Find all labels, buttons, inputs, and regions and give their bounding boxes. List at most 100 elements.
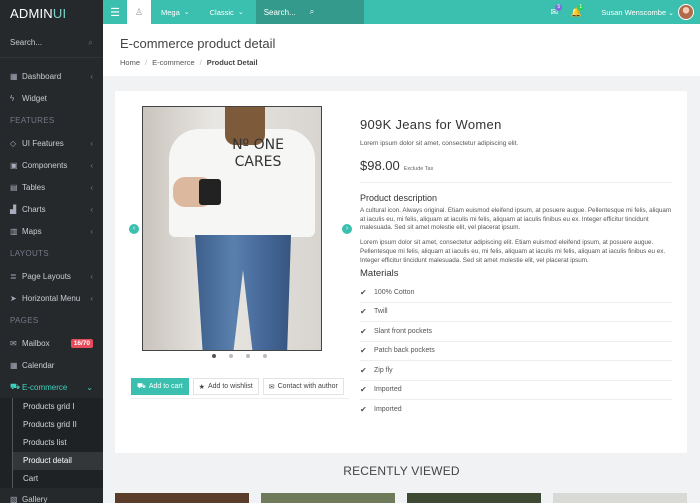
- sidebar-item-tables[interactable]: ▤ Tables ‹: [0, 176, 103, 198]
- breadcrumb-ecommerce[interactable]: E-commerce: [152, 58, 195, 67]
- slider-prev-arrow-icon[interactable]: ‹: [129, 224, 139, 234]
- recent-thumb[interactable]: [407, 493, 541, 503]
- avatar[interactable]: [678, 4, 694, 20]
- classic-menu-label: Classic: [209, 7, 234, 17]
- add-to-wishlist-label: Add to wishlist: [207, 383, 253, 390]
- ecommerce-submenu: Products grid I Products grid II Product…: [0, 398, 103, 488]
- hamburger-menu-icon[interactable]: ☰: [103, 0, 127, 24]
- chart-icon: ▟: [10, 204, 17, 214]
- breadcrumb-separator: /: [199, 58, 202, 67]
- sidebar-subitem-products-list[interactable]: Products list: [12, 434, 103, 452]
- mailbox-count-badge: 16/70: [70, 338, 93, 348]
- search-icon[interactable]: ⌕: [310, 7, 356, 17]
- sidebar-item-label: E-commerce: [22, 382, 68, 392]
- table-icon: ▤: [10, 182, 18, 192]
- mail-notification-icon[interactable]: ✉ 5: [543, 3, 565, 18]
- check-icon: ✔: [360, 287, 367, 297]
- mail-count-badge: 5: [555, 3, 563, 11]
- bolt-icon: ϟ: [10, 93, 15, 103]
- brand-logo[interactable]: ADMINUI: [0, 0, 103, 28]
- list-item: ✔ Twill: [360, 303, 672, 323]
- layers-icon: ≣: [10, 271, 17, 281]
- sidebar-item-mailbox[interactable]: ✉ Mailbox 16/70: [0, 332, 103, 354]
- brand-name-light: UI: [52, 6, 67, 21]
- product-image-slider[interactable]: Nº ONE CARES: [142, 106, 322, 351]
- sidebar-item-horizontal-menu[interactable]: ➤ Horizontal Menu ‹: [0, 287, 103, 309]
- map-icon: ▥: [10, 226, 18, 236]
- sidebar-item-maps[interactable]: ▥ Maps ‹: [0, 220, 103, 242]
- envelope-icon: ✉: [268, 383, 275, 391]
- material-label: Patch back pockets: [374, 347, 435, 355]
- check-icon: ✔: [360, 385, 367, 395]
- classic-menu-dropdown[interactable]: Classic ⌄: [200, 0, 254, 24]
- user-icon[interactable]: ♙: [127, 0, 151, 24]
- sidebar-item-ui-features[interactable]: ◇ UI Features ‹: [0, 132, 103, 154]
- slider-dot[interactable]: [246, 354, 250, 358]
- slider-dot[interactable]: [229, 354, 233, 358]
- sidebar-search[interactable]: Search... ⌕: [0, 28, 103, 58]
- sidebar-subitem-products-grid-2[interactable]: Products grid II: [12, 416, 103, 434]
- sidebar-item-label: Page Layouts: [22, 271, 71, 281]
- list-item: ✔ 100% Cotton: [360, 283, 672, 303]
- chevron-left-icon: ‹: [90, 204, 93, 214]
- product-name: 909K Jeans for Women: [360, 117, 502, 132]
- divider: [360, 182, 672, 183]
- mail-icon: ✉: [10, 338, 17, 348]
- star-icon: ★: [198, 383, 205, 391]
- sidebar-item-calendar[interactable]: ▦ Calendar: [0, 354, 103, 376]
- recent-thumb[interactable]: [261, 493, 395, 503]
- add-to-cart-button[interactable]: ⛟ Add to cart: [131, 378, 189, 395]
- nav-heading-features: FEATURES: [10, 116, 55, 125]
- sidebar-search-input[interactable]: Search...: [10, 38, 88, 47]
- list-item: ✔ Slant front pockets: [360, 322, 672, 342]
- sidebar-item-widget[interactable]: ϟ Widget: [0, 87, 103, 109]
- list-item: ✔ Imported: [360, 381, 672, 401]
- sidebar-item-gallery[interactable]: ▧ Gallery: [0, 488, 103, 503]
- sidebar-item-label: Widget: [22, 93, 47, 103]
- sidebar-subitem-products-grid-1[interactable]: Products grid I: [12, 398, 103, 416]
- slider-dot[interactable]: [212, 354, 216, 358]
- add-to-wishlist-button[interactable]: ★ Add to wishlist: [192, 378, 259, 395]
- tax-note: Exclude Tax: [403, 166, 434, 172]
- mega-menu-dropdown[interactable]: Mega ⌄: [151, 0, 200, 24]
- sidebar-subitem-product-detail[interactable]: Product detail: [12, 452, 103, 470]
- mega-menu-label: Mega: [161, 7, 180, 17]
- slider-dot[interactable]: [263, 354, 267, 358]
- chevron-left-icon: ‹: [90, 293, 93, 303]
- product-actions: ⛟ Add to cart ★ Add to wishlist ✉ Contact w…: [131, 378, 348, 395]
- recent-thumb[interactable]: [553, 493, 687, 503]
- sidebar-item-ecommerce[interactable]: ⛟ E-commerce ⌄: [0, 376, 103, 398]
- breadcrumb-home[interactable]: Home: [120, 58, 140, 67]
- sidebar-item-charts[interactable]: ▟ Charts ‹: [0, 198, 103, 220]
- topbar-search[interactable]: Search... ⌕: [255, 0, 364, 24]
- description-heading: Product description: [360, 193, 438, 203]
- contact-author-button[interactable]: ✉ Contact with author: [262, 378, 344, 395]
- cube-icon: ▣: [10, 160, 18, 170]
- nav-heading-layouts: LAYOUTS: [10, 249, 49, 258]
- page-title: E-commerce product detail: [120, 36, 276, 51]
- calendar-icon: ▦: [10, 360, 18, 370]
- cart-icon: ⛟: [10, 382, 21, 391]
- add-to-cart-label: Add to cart: [148, 383, 183, 390]
- sidebar-item-components[interactable]: ▣ Components ‹: [0, 154, 103, 176]
- sidebar-subitem-cart[interactable]: Cart: [12, 470, 103, 488]
- material-label: Imported: [374, 386, 402, 394]
- slider-dots: [212, 354, 267, 358]
- page-header: E-commerce product detail Home / E-comme…: [103, 24, 700, 76]
- slider-next-arrow-icon[interactable]: ›: [342, 224, 352, 234]
- check-icon: ✔: [360, 405, 367, 415]
- sidebar: ADMINUI Search... ⌕ ▦ Dashboard ‹ ϟ Widg…: [0, 0, 103, 503]
- search-icon[interactable]: ⌕: [88, 37, 93, 48]
- cart-icon: ⛟: [137, 383, 146, 390]
- brand-name: ADMIN: [10, 6, 53, 21]
- material-label: Zip fly: [374, 366, 393, 374]
- sidebar-item-page-layouts[interactable]: ≣ Page Layouts ‹: [0, 265, 103, 287]
- recent-thumb[interactable]: [115, 493, 249, 503]
- sidebar-item-dashboard[interactable]: ▦ Dashboard ‹: [0, 65, 103, 87]
- user-name: Susan Wenscombe: [601, 7, 667, 17]
- user-menu[interactable]: Susan Wenscombe ⌄: [601, 8, 674, 17]
- chevron-down-icon: ⌄: [668, 9, 674, 17]
- sidebar-item-label: Tables: [22, 182, 46, 192]
- topbar-search-input[interactable]: Search...: [264, 8, 310, 17]
- bell-icon[interactable]: 🔔 1: [565, 3, 587, 18]
